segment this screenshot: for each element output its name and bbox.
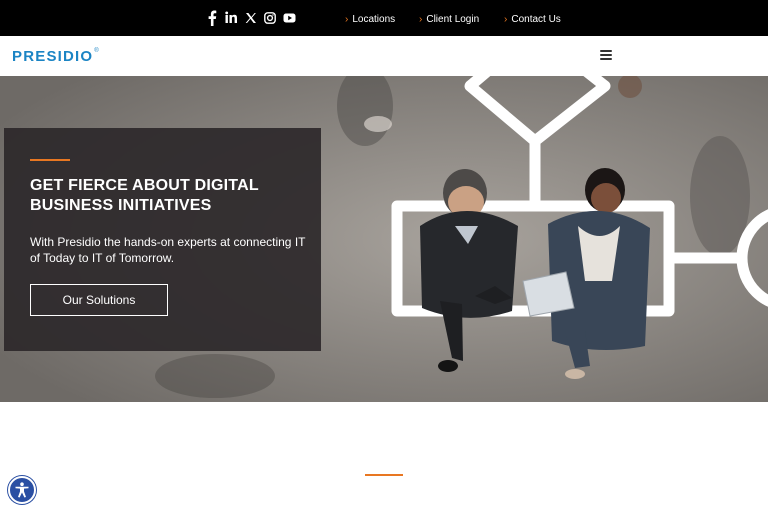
- contact-us-link[interactable]: › Contact Us: [504, 12, 561, 26]
- contact-us-link-label: Contact Us: [511, 13, 561, 25]
- hamburger-menu-icon[interactable]: [600, 50, 614, 62]
- instagram-icon[interactable]: [264, 10, 276, 26]
- hero-headline: GET FIERCE ABOUT DIGITAL BUSINESS INITIA…: [30, 177, 259, 214]
- hero-text-panel: GET FIERCE ABOUT DIGITAL BUSINESS INITIA…: [4, 128, 321, 351]
- chevron-right-icon: ›: [419, 13, 423, 25]
- linkedin-icon[interactable]: [225, 10, 237, 26]
- accent-divider: [30, 159, 70, 161]
- locations-link-label: Locations: [352, 13, 396, 25]
- main-nav: PRESIDIO®: [0, 36, 768, 76]
- facebook-icon[interactable]: [207, 10, 217, 26]
- youtube-icon[interactable]: [283, 10, 296, 26]
- chevron-right-icon: ›: [345, 13, 349, 25]
- logo-text: PRESIDIO: [12, 48, 94, 65]
- hero-banner: GET FIERCE ABOUT DIGITAL BUSINESS INITIA…: [0, 76, 768, 402]
- hero-subtext: With Presidio the hands-on experts at co…: [30, 235, 306, 265]
- x-twitter-icon[interactable]: [245, 10, 257, 26]
- section-accent-divider: [365, 474, 403, 476]
- presidio-logo[interactable]: PRESIDIO®: [12, 48, 100, 65]
- client-login-link-label: Client Login: [426, 13, 480, 25]
- top-bar: › Locations › Client Login › Contact Us: [0, 0, 768, 36]
- our-solutions-button[interactable]: Our Solutions: [30, 284, 168, 316]
- registered-mark: ®: [94, 48, 100, 54]
- client-login-link[interactable]: › Client Login: [419, 12, 479, 26]
- chevron-right-icon: ›: [504, 13, 508, 25]
- accessibility-icon[interactable]: [8, 476, 36, 504]
- locations-link[interactable]: › Locations: [345, 12, 395, 26]
